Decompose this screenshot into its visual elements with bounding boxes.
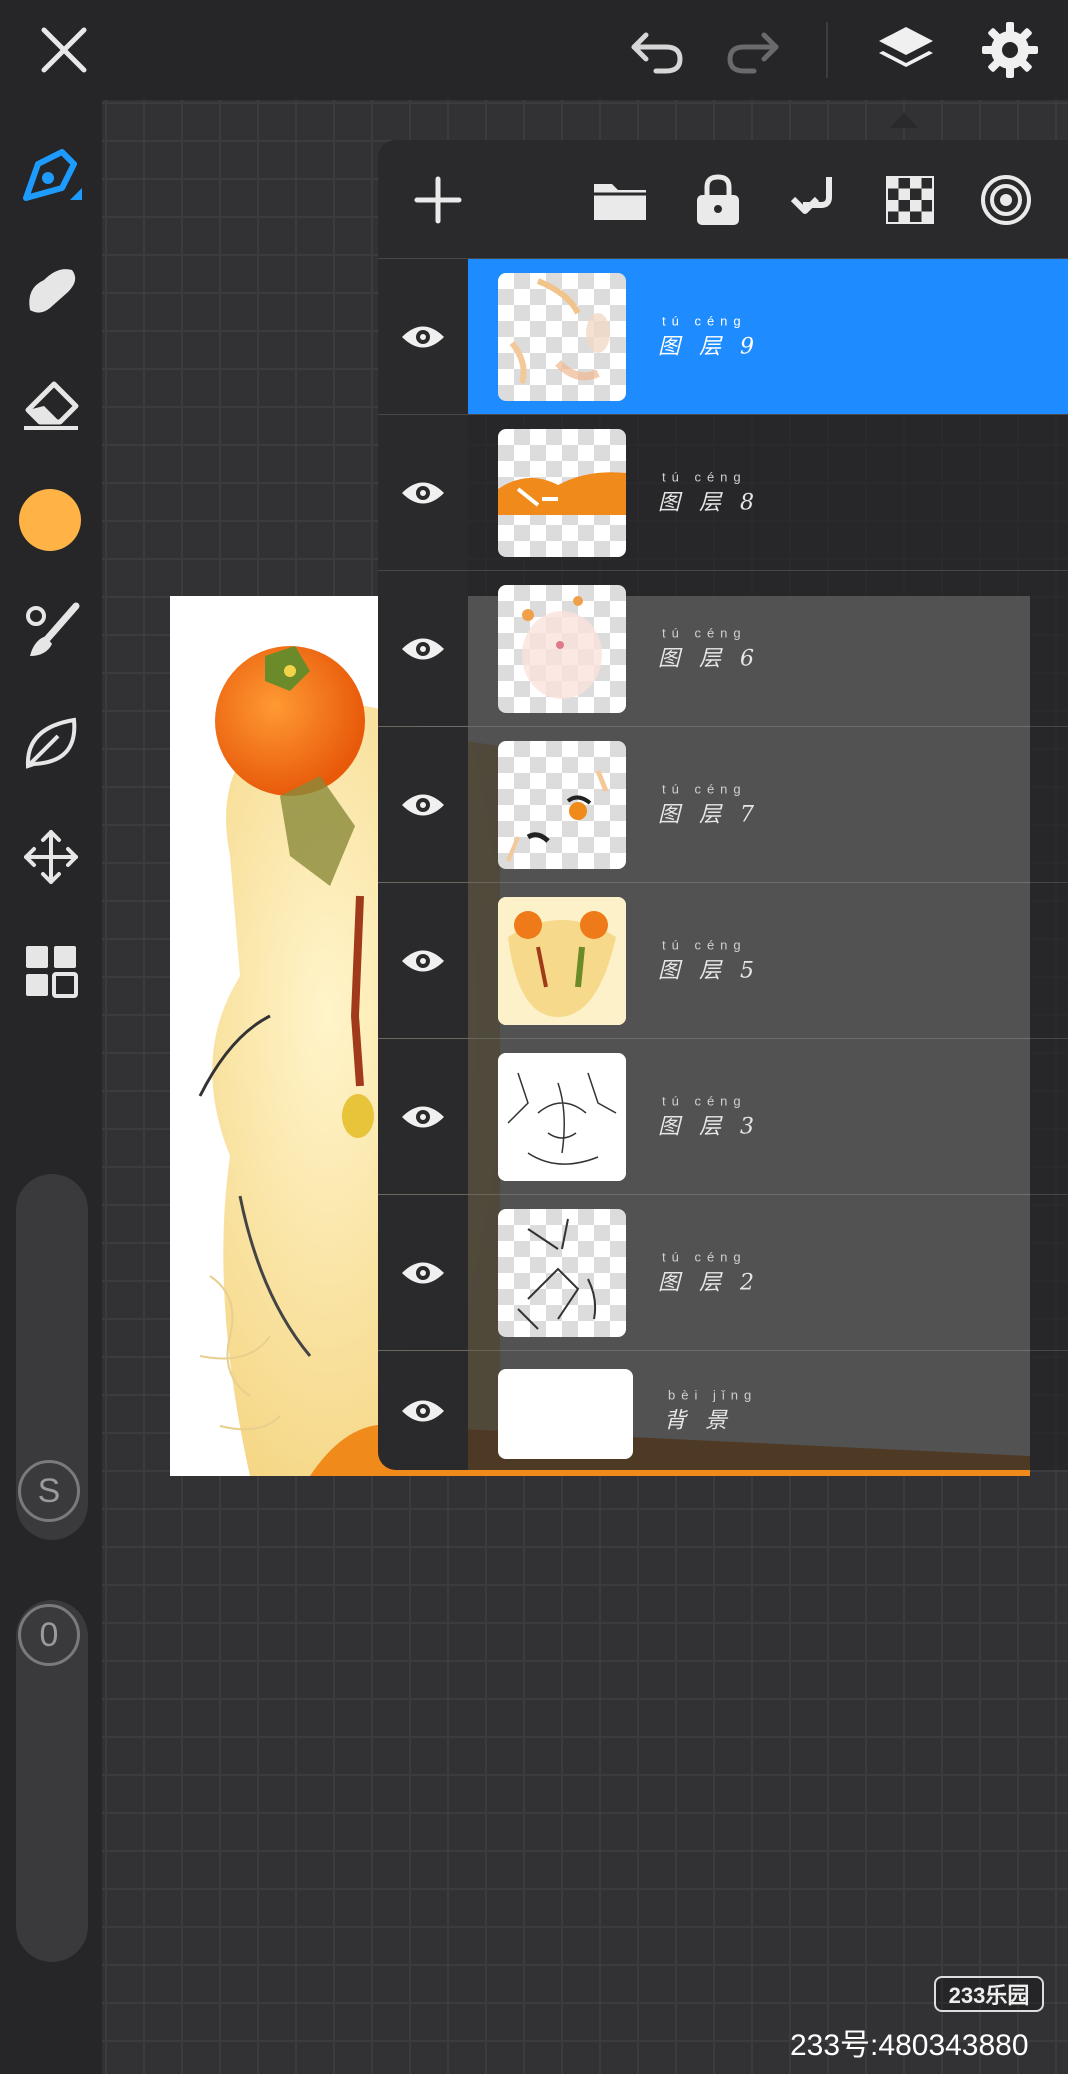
layer-thumbnail <box>498 1369 633 1459</box>
layer-content[interactable]: tú céng 图 层 7 <box>468 727 1068 882</box>
layer-name: bèi jǐng 背 景 <box>664 1388 757 1435</box>
visibility-toggle[interactable] <box>378 415 468 570</box>
layer-label: 图 层 2 <box>658 1270 760 1295</box>
opacity-badge[interactable]: 0 <box>18 1604 80 1666</box>
add-icon[interactable] <box>408 170 468 230</box>
visibility-toggle[interactable] <box>378 571 468 726</box>
layer-row[interactable]: tú céng 图 层 2 <box>378 1194 1068 1350</box>
visibility-toggle[interactable] <box>378 1351 468 1470</box>
grid-icon[interactable] <box>14 934 88 1008</box>
layer-pinyin: tú céng <box>662 1249 747 1264</box>
visibility-toggle[interactable] <box>378 259 468 414</box>
layer-name: tú céng 图 层 8 <box>658 469 760 516</box>
layer-label: 图 层 8 <box>658 490 760 515</box>
layer-name: tú céng 图 层 5 <box>658 937 760 984</box>
layers-icon[interactable] <box>866 10 946 90</box>
layer-label: 图 层 3 <box>658 1114 760 1139</box>
eye-icon[interactable] <box>400 478 446 508</box>
toolbar-divider <box>826 22 828 78</box>
folder-icon[interactable] <box>590 170 650 230</box>
watermark-id: 233号:480343880 <box>790 2029 1029 2062</box>
layer-pinyin: tú céng <box>662 937 747 952</box>
gear-icon[interactable] <box>970 10 1050 90</box>
eye-icon[interactable] <box>400 1396 446 1426</box>
layer-name: tú céng 图 层 7 <box>658 781 760 828</box>
checker-icon[interactable] <box>880 170 940 230</box>
eye-icon[interactable] <box>400 790 446 820</box>
leaf-icon[interactable] <box>14 706 88 780</box>
layer-pinyin: tú céng <box>662 1093 747 1108</box>
layer-content[interactable]: tú céng 图 层 6 <box>468 571 1068 726</box>
eye-icon[interactable] <box>400 1102 446 1132</box>
move-icon[interactable] <box>14 820 88 894</box>
layers-toolbar <box>378 140 1068 258</box>
layer-thumbnail <box>498 585 626 713</box>
layer-thumbnail <box>498 273 626 401</box>
layer-row[interactable]: tú céng 图 层 9 <box>378 258 1068 414</box>
visibility-toggle[interactable] <box>378 883 468 1038</box>
layer-label: 背 景 <box>664 1408 733 1434</box>
layer-row[interactable]: tú céng 图 层 8 <box>378 414 1068 570</box>
layer-pinyin: tú céng <box>662 469 747 484</box>
layer-row[interactable]: tú céng 图 层 7 <box>378 726 1068 882</box>
layer-label: 图 层 5 <box>658 958 760 983</box>
layer-name: tú céng 图 层 6 <box>658 625 760 672</box>
lock-icon[interactable] <box>688 170 748 230</box>
layer-thumbnail <box>498 897 626 1025</box>
layer-thumbnail <box>498 429 626 557</box>
eye-icon[interactable] <box>400 322 446 352</box>
layer-content[interactable]: tú céng 图 层 8 <box>468 415 1068 570</box>
size-badge[interactable]: S <box>18 1460 80 1522</box>
layer-content[interactable]: tú céng 图 层 2 <box>468 1195 1068 1350</box>
pen-icon[interactable] <box>14 140 88 214</box>
layer-row[interactable]: tú céng 图 层 6 <box>378 570 1068 726</box>
color-swatch[interactable] <box>16 486 84 554</box>
layer-thumbnail <box>498 741 626 869</box>
close-icon[interactable] <box>28 14 100 86</box>
target-icon[interactable] <box>976 170 1036 230</box>
layer-name: tú céng 图 层 2 <box>658 1249 760 1296</box>
smudge-icon[interactable] <box>14 252 88 326</box>
merge-down-icon[interactable] <box>784 170 844 230</box>
current-color-icon <box>19 489 81 551</box>
layer-row[interactable]: tú céng 图 层 3 <box>378 1038 1068 1194</box>
top-toolbar <box>0 0 1068 100</box>
visibility-toggle[interactable] <box>378 1195 468 1350</box>
undo-icon[interactable] <box>620 14 692 86</box>
watermark-logo: 233乐园 <box>934 1976 1044 2012</box>
layer-content[interactable]: tú céng 图 层 3 <box>468 1039 1068 1194</box>
layer-content[interactable]: tú céng 图 层 9 <box>468 259 1068 414</box>
visibility-toggle[interactable] <box>378 727 468 882</box>
layer-content[interactable]: bèi jǐng 背 景 <box>468 1351 1068 1470</box>
layer-label: 图 层 9 <box>658 334 760 359</box>
popover-arrow <box>890 112 918 128</box>
brush-icon[interactable] <box>14 594 88 668</box>
layer-pinyin: tú céng <box>662 313 747 328</box>
layer-pinyin: tú céng <box>662 625 747 640</box>
eye-icon[interactable] <box>400 634 446 664</box>
layer-label: 图 层 6 <box>658 646 760 671</box>
eraser-icon[interactable] <box>14 366 88 440</box>
layer-label: 图 层 7 <box>658 802 760 827</box>
eye-icon[interactable] <box>400 1258 446 1288</box>
layer-name: tú céng 图 层 3 <box>658 1093 760 1140</box>
layers-panel: tú céng 图 层 9 tú céng 图 层 8 tú céng 图 层 … <box>378 140 1068 1470</box>
redo-icon[interactable] <box>718 14 790 86</box>
layer-content[interactable]: tú céng 图 层 5 <box>468 883 1068 1038</box>
layer-row-background[interactable]: bèi jǐng 背 景 <box>378 1350 1068 1470</box>
layer-pinyin: bèi jǐng <box>668 1387 758 1403</box>
layer-name: tú céng 图 层 9 <box>658 313 760 360</box>
visibility-toggle[interactable] <box>378 1039 468 1194</box>
eye-icon[interactable] <box>400 946 446 976</box>
layer-row[interactable]: tú céng 图 层 5 <box>378 882 1068 1038</box>
layer-thumbnail <box>498 1209 626 1337</box>
layer-pinyin: tú céng <box>662 781 747 796</box>
layer-thumbnail <box>498 1053 626 1181</box>
